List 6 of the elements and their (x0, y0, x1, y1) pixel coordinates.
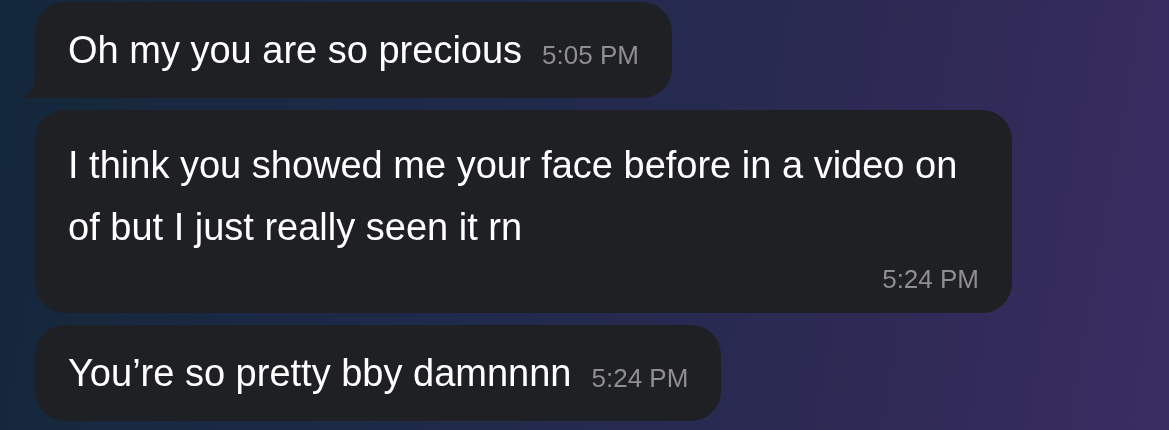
message-text: You’re so pretty bby damnnnn (68, 351, 572, 396)
message-time: 5:24 PM (882, 263, 979, 295)
message-text: Oh my you are so precious (68, 28, 523, 73)
message-text: I think you showed me your face before in a video on of but I just really seen it rn (68, 143, 959, 250)
message-time: 5:05 PM (542, 38, 639, 71)
message-time: 5:24 PM (591, 361, 689, 394)
